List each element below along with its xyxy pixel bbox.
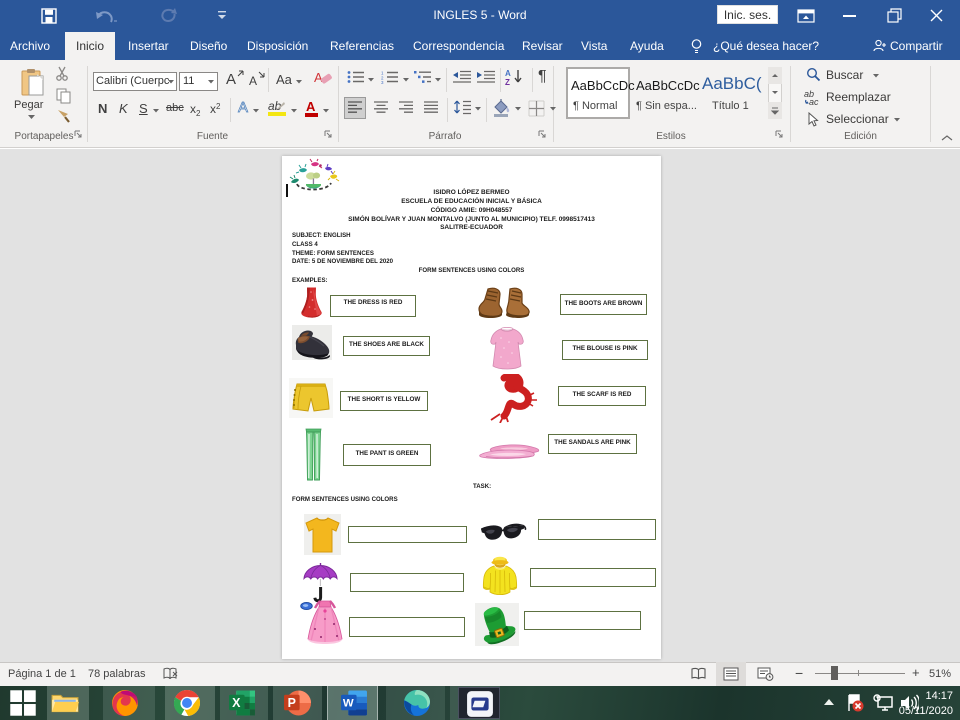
svg-text:3: 3 xyxy=(381,80,384,84)
svg-text:X: X xyxy=(232,696,241,710)
svg-text:ac: ac xyxy=(809,97,819,105)
svg-text:A: A xyxy=(505,69,511,78)
svg-text:W: W xyxy=(343,698,354,710)
svg-text:A: A xyxy=(314,70,323,85)
svg-text:Z: Z xyxy=(505,78,510,86)
svg-text:P: P xyxy=(288,696,296,710)
